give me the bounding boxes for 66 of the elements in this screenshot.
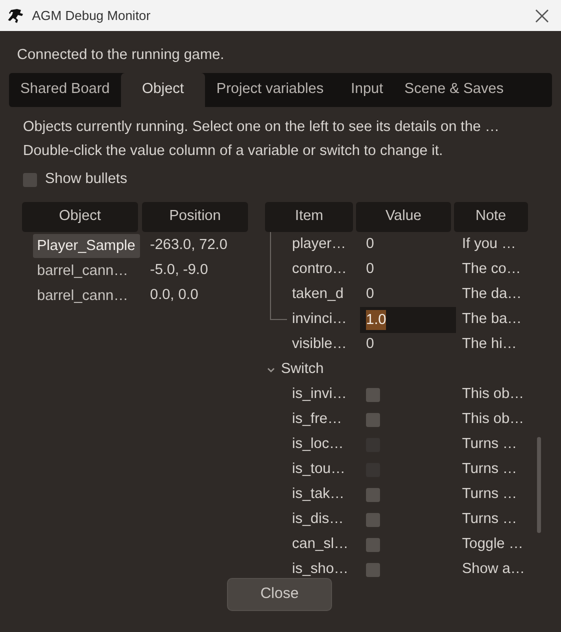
checkbox[interactable] [366, 538, 380, 552]
table-cell[interactable]: 0 [360, 258, 456, 280]
table-cell-text: The hi… [462, 334, 517, 354]
table-cell[interactable]: 0 [360, 334, 456, 356]
table-cell-text: is_invi… [292, 384, 348, 404]
table-cell-text: The ba… [462, 310, 522, 329]
column-header[interactable]: Note [454, 202, 528, 232]
table-cell-text: Show a… [462, 560, 525, 579]
table-cell[interactable]: Player_Sample [33, 234, 140, 258]
table-cell-text: invinci… [292, 310, 348, 329]
checkbox[interactable] [23, 173, 37, 187]
value-field[interactable]: 1.0 [360, 306, 456, 332]
table-cell-text: The da… [462, 284, 522, 304]
tab[interactable]: Shared Board [9, 73, 121, 107]
column-header[interactable]: Position [142, 202, 248, 232]
selected-text: 1.0 [366, 310, 386, 330]
status-text: Connected to the running game. [17, 46, 226, 65]
table-cell-text: Toggle … [462, 534, 524, 554]
checkbox[interactable] [366, 488, 380, 502]
table-cell-text: is_sho… [292, 560, 350, 579]
table-cell-text: is_loc… [292, 434, 345, 454]
checkbox-label: Show bullets [45, 170, 128, 190]
checkbox[interactable] [366, 562, 380, 576]
table-cell-text: is_tak… [292, 484, 346, 504]
tab[interactable]: Scene & Saves [399, 73, 509, 107]
table-cell[interactable]: barrel_cann… [33, 258, 140, 282]
chevron-icon[interactable] [267, 366, 275, 374]
table-cell[interactable]: barrel_cann… [33, 284, 140, 308]
table-cell[interactable]: 0 [360, 284, 456, 306]
table-cell-text: Turns … [462, 510, 518, 529]
table-cell-text: visible… [292, 334, 348, 354]
table-cell-text: This ob… [462, 384, 524, 404]
table-cell-text: is_tou… [292, 460, 346, 479]
description-text: Objects currently running. Select one on the left to see its details on the … [23, 118, 500, 137]
scrollbar[interactable] [537, 437, 541, 533]
tab[interactable]: Object [121, 73, 205, 107]
table-cell-text: Turns … [462, 434, 518, 454]
tab[interactable]: Input [335, 73, 399, 107]
table-cell-text: Turns … [462, 460, 518, 479]
table-cell-text: contro… [292, 260, 348, 279]
tab[interactable]: Project variables [205, 73, 335, 107]
runner-icon [8, 8, 24, 24]
table-cell-text: Turns … [462, 484, 518, 504]
table-cell-text: player… [292, 234, 347, 254]
table-cell-text: is_fre… [292, 410, 343, 429]
close-icon[interactable] [535, 8, 549, 22]
table-cell-text: 0.0, 0.0 [150, 286, 198, 305]
table-cell-text: If you … [462, 234, 516, 254]
column-header[interactable]: Value [356, 202, 451, 232]
column-header[interactable]: Item [265, 202, 354, 232]
table-cell-text: -5.0, -9.0 [150, 260, 208, 280]
table-cell-text: The co… [462, 260, 521, 279]
table-cell-text: This ob… [462, 410, 524, 429]
window-title: AGM Debug Monitor [32, 6, 150, 25]
description-text: Double-click the value column of a variable or switch to change it. [23, 142, 444, 161]
table-cell-text: -263.0, 72.0 [150, 236, 228, 255]
table-cell[interactable]: 0 [360, 234, 456, 256]
table-cell-text: is_dis… [292, 510, 345, 529]
table-cell-text: taken_d [292, 284, 345, 304]
column-header[interactable]: Object [22, 202, 138, 232]
table-cell-text: can_sl… [292, 534, 350, 554]
checkbox[interactable] [366, 512, 380, 526]
checkbox[interactable] [366, 412, 380, 426]
group-label[interactable]: Switch [281, 358, 324, 380]
checkbox[interactable] [366, 388, 380, 402]
close-button[interactable]: Close [227, 578, 332, 611]
